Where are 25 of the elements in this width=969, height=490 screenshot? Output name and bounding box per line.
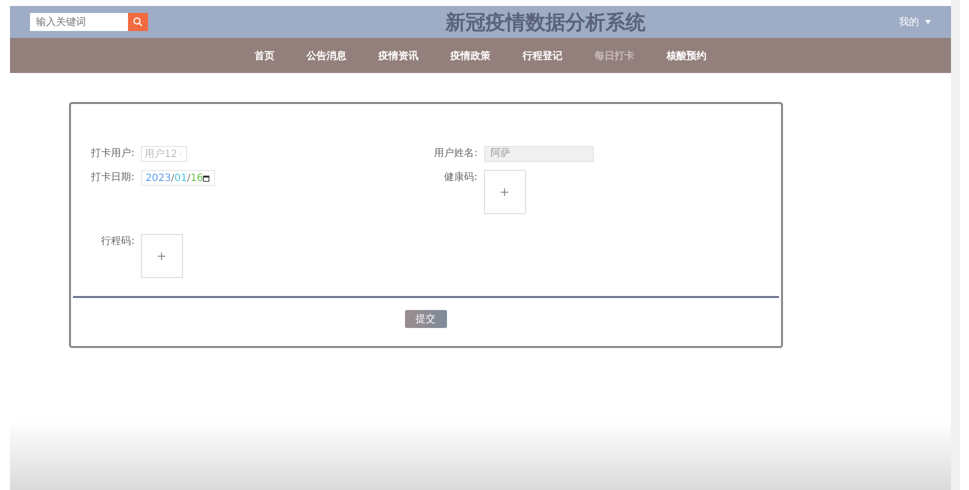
search-field[interactable]: 输入关键词 (30, 13, 128, 31)
date-field[interactable]: 2023/01/16 (140, 170, 214, 186)
submit-button[interactable]: 提交 (404, 310, 446, 328)
caret-icon (925, 20, 931, 24)
nav-item[interactable]: 疫情政策 (434, 48, 506, 62)
nav-item[interactable]: 公告消息 (290, 48, 362, 62)
date-separator: / (170, 172, 174, 184)
field-label: 打卡日期: (90, 170, 134, 185)
nav-item[interactable]: 首页 (238, 48, 290, 62)
site-title: 新冠疫情数据分析系统 (446, 8, 646, 36)
nav-item[interactable]: 核酸预约 (650, 48, 722, 62)
field-label: 用户姓名: (433, 146, 478, 161)
field-label: 打卡用户: (90, 146, 134, 161)
upload-box[interactable]: + (140, 234, 182, 278)
search-icon (133, 17, 143, 27)
upload-box[interactable]: + (484, 170, 526, 214)
field-label: 行程码: (100, 235, 134, 249)
user-menu[interactable]: 我的 (821, 15, 931, 29)
date-separator: / (187, 172, 190, 184)
calendar-icon[interactable] (203, 174, 210, 182)
search-button[interactable] (128, 13, 148, 31)
nav-item[interactable]: 疫情资讯 (362, 48, 434, 62)
nav-item[interactable]: 行程登记 (506, 48, 578, 62)
field-label: 健康码: (443, 170, 478, 185)
nav-item[interactable]: 每日打卡 (578, 48, 650, 62)
